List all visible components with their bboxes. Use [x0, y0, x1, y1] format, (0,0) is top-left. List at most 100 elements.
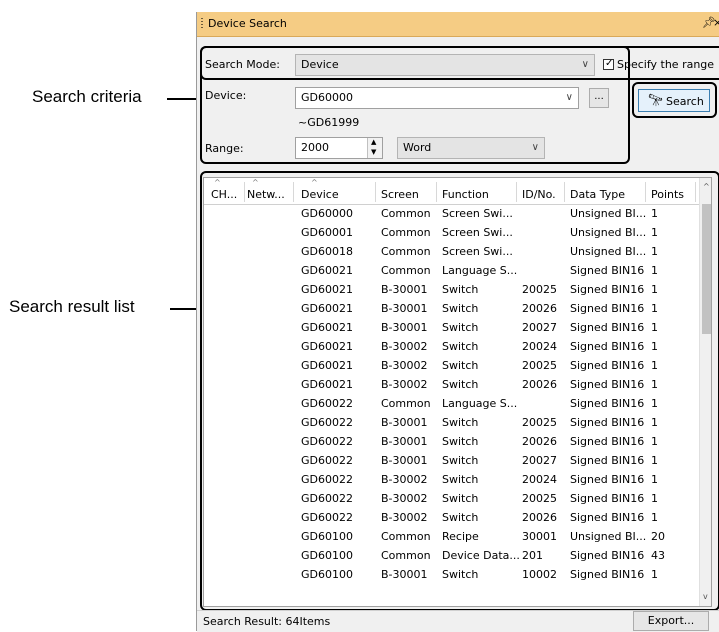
- cell-id-no: 20025: [522, 359, 557, 372]
- table-row[interactable]: GD60022 B-30001 Switch 20026 Signed BIN16 1: [204, 433, 698, 452]
- scrollbar-thumb[interactable]: [702, 204, 711, 334]
- table-row[interactable]: GD60021 B-30001 Switch 20027 Signed BIN16 1: [204, 319, 698, 338]
- cell-device: GD60022: [301, 492, 353, 505]
- cell-device: GD60021: [301, 340, 353, 353]
- table-row[interactable]: GD60001 Common Screen Swi... Unsigned BI...…: [204, 224, 698, 243]
- cell-id-no: 20024: [522, 340, 557, 353]
- table-row[interactable]: GD60021 B-30002 Switch 20026 Signed BIN16 1: [204, 376, 698, 395]
- cell-screen: Common: [381, 207, 431, 220]
- column-divider[interactable]: [645, 182, 646, 202]
- column-header-points[interactable]: Points: [651, 188, 684, 201]
- table-row[interactable]: GD60021 B-30002 Switch 20024 Signed BIN16 1: [204, 338, 698, 357]
- table-row[interactable]: GD60022 B-30002 Switch 20024 Signed BIN16 1: [204, 471, 698, 490]
- column-header-function[interactable]: Function: [442, 188, 489, 201]
- cell-function: Device Data...: [442, 549, 520, 562]
- cell-data-type: Signed BIN16: [570, 568, 645, 581]
- cell-points: 1: [651, 321, 658, 334]
- cell-data-type: Signed BIN16: [570, 454, 645, 467]
- column-divider[interactable]: [516, 182, 517, 202]
- table-row[interactable]: GD60100 B-30001 Switch 10002 Signed BIN16 1: [204, 566, 698, 585]
- search-result-count: Search Result: 64Items: [203, 615, 331, 628]
- cell-device: GD60100: [301, 568, 353, 581]
- cell-points: 1: [651, 435, 658, 448]
- column-divider[interactable]: [436, 182, 437, 202]
- cell-screen: B-30001: [381, 454, 428, 467]
- cell-data-type: Signed BIN16: [570, 378, 645, 391]
- panel-title: Device Search: [208, 17, 287, 30]
- cell-function: Language S...: [442, 397, 518, 410]
- cell-data-type: Signed BIN16: [570, 416, 645, 429]
- table-row[interactable]: GD60022 B-30002 Switch 20026 Signed BIN16 1: [204, 509, 698, 528]
- sort-caret-icon: ^: [214, 178, 221, 187]
- device-search-panel: Device Search 📌︎ × Search Mode: Device ∨…: [196, 12, 719, 632]
- cell-data-type: Signed BIN16: [570, 397, 645, 410]
- cell-function: Screen Swi...: [442, 245, 513, 258]
- cell-data-type: Unsigned BI...: [570, 226, 647, 239]
- table-row[interactable]: GD60100 Common Device Data... 201 Signed BIN…: [204, 547, 698, 566]
- cell-function: Language S...: [442, 264, 518, 277]
- cell-device: GD60001: [301, 226, 353, 239]
- cell-function: Switch: [442, 302, 479, 315]
- cell-id-no: 20027: [522, 321, 557, 334]
- search-result-list[interactable]: ^ ^ ^ CH... Netw... Device Screen Functi…: [203, 177, 712, 607]
- cell-points: 1: [651, 245, 658, 258]
- column-divider[interactable]: [375, 182, 376, 202]
- table-row[interactable]: GD60022 Common Language S... Signed BIN16 1: [204, 395, 698, 414]
- column-divider[interactable]: [695, 182, 696, 202]
- scroll-down-icon[interactable]: v: [703, 592, 708, 601]
- table-row[interactable]: GD60021 Common Language S... Signed BIN16 1: [204, 262, 698, 281]
- cell-points: 1: [651, 340, 658, 353]
- table-row[interactable]: GD60018 Common Screen Swi... Unsigned BI...…: [204, 243, 698, 262]
- table-row[interactable]: GD60022 B-30002 Switch 20025 Signed BIN16 1: [204, 490, 698, 509]
- cell-device: GD60022: [301, 454, 353, 467]
- cell-points: 1: [651, 359, 658, 372]
- cell-device: GD60021: [301, 264, 353, 277]
- column-divider[interactable]: [244, 182, 245, 202]
- drag-grip-icon[interactable]: [201, 18, 203, 30]
- export-button[interactable]: Export...: [633, 611, 709, 631]
- cell-points: 1: [651, 302, 658, 315]
- cell-device: GD60100: [301, 530, 353, 543]
- column-header-data-type[interactable]: Data Type: [570, 188, 625, 201]
- cell-id-no: 20025: [522, 283, 557, 296]
- column-header-screen[interactable]: Screen: [381, 188, 419, 201]
- scroll-up-icon[interactable]: ^: [703, 182, 710, 191]
- cell-data-type: Unsigned BI...: [570, 207, 647, 220]
- cell-data-type: Signed BIN16: [570, 435, 645, 448]
- cell-data-type: Signed BIN16: [570, 511, 645, 524]
- cell-points: 1: [651, 416, 658, 429]
- column-header-id-no[interactable]: ID/No.: [522, 188, 556, 201]
- cell-id-no: 20026: [522, 378, 557, 391]
- cell-function: Switch: [442, 435, 479, 448]
- column-header-ch[interactable]: CH...: [211, 188, 237, 201]
- vertical-scrollbar[interactable]: ^ v: [699, 178, 711, 606]
- cell-function: Switch: [442, 283, 479, 296]
- table-row[interactable]: GD60000 Common Screen Swi... Unsigned BI...…: [204, 205, 698, 224]
- cell-device: GD60021: [301, 302, 353, 315]
- cell-id-no: 20024: [522, 473, 557, 486]
- table-row[interactable]: GD60021 B-30001 Switch 20025 Signed BIN16 1: [204, 281, 698, 300]
- cell-device: GD60021: [301, 378, 353, 391]
- cell-function: Switch: [442, 492, 479, 505]
- cell-function: Screen Swi...: [442, 207, 513, 220]
- column-divider[interactable]: [564, 182, 565, 202]
- table-row[interactable]: GD60021 B-30002 Switch 20025 Signed BIN16 1: [204, 357, 698, 376]
- table-row[interactable]: GD60022 B-30001 Switch 20025 Signed BIN16 1: [204, 414, 698, 433]
- cell-data-type: Unsigned BI...: [570, 245, 647, 258]
- column-header-device[interactable]: Device: [301, 188, 339, 201]
- cell-function: Switch: [442, 416, 479, 429]
- table-row[interactable]: GD60021 B-30001 Switch 20026 Signed BIN16 1: [204, 300, 698, 319]
- sort-caret-icon: ^: [252, 178, 259, 187]
- panel-titlebar[interactable]: Device Search 📌︎ ×: [197, 12, 719, 37]
- column-header-network[interactable]: Netw...: [247, 188, 285, 201]
- cell-points: 20: [651, 530, 665, 543]
- close-icon[interactable]: ×: [713, 16, 719, 29]
- cell-device: GD60022: [301, 473, 353, 486]
- table-row[interactable]: GD60022 B-30001 Switch 20027 Signed BIN16 1: [204, 452, 698, 471]
- cell-points: 1: [651, 492, 658, 505]
- table-row[interactable]: GD60100 Common Recipe 30001 Unsigned BI... 20: [204, 528, 698, 547]
- column-divider[interactable]: [293, 182, 294, 202]
- cell-id-no: 20026: [522, 435, 557, 448]
- cell-screen: B-30002: [381, 473, 428, 486]
- cell-points: 1: [651, 378, 658, 391]
